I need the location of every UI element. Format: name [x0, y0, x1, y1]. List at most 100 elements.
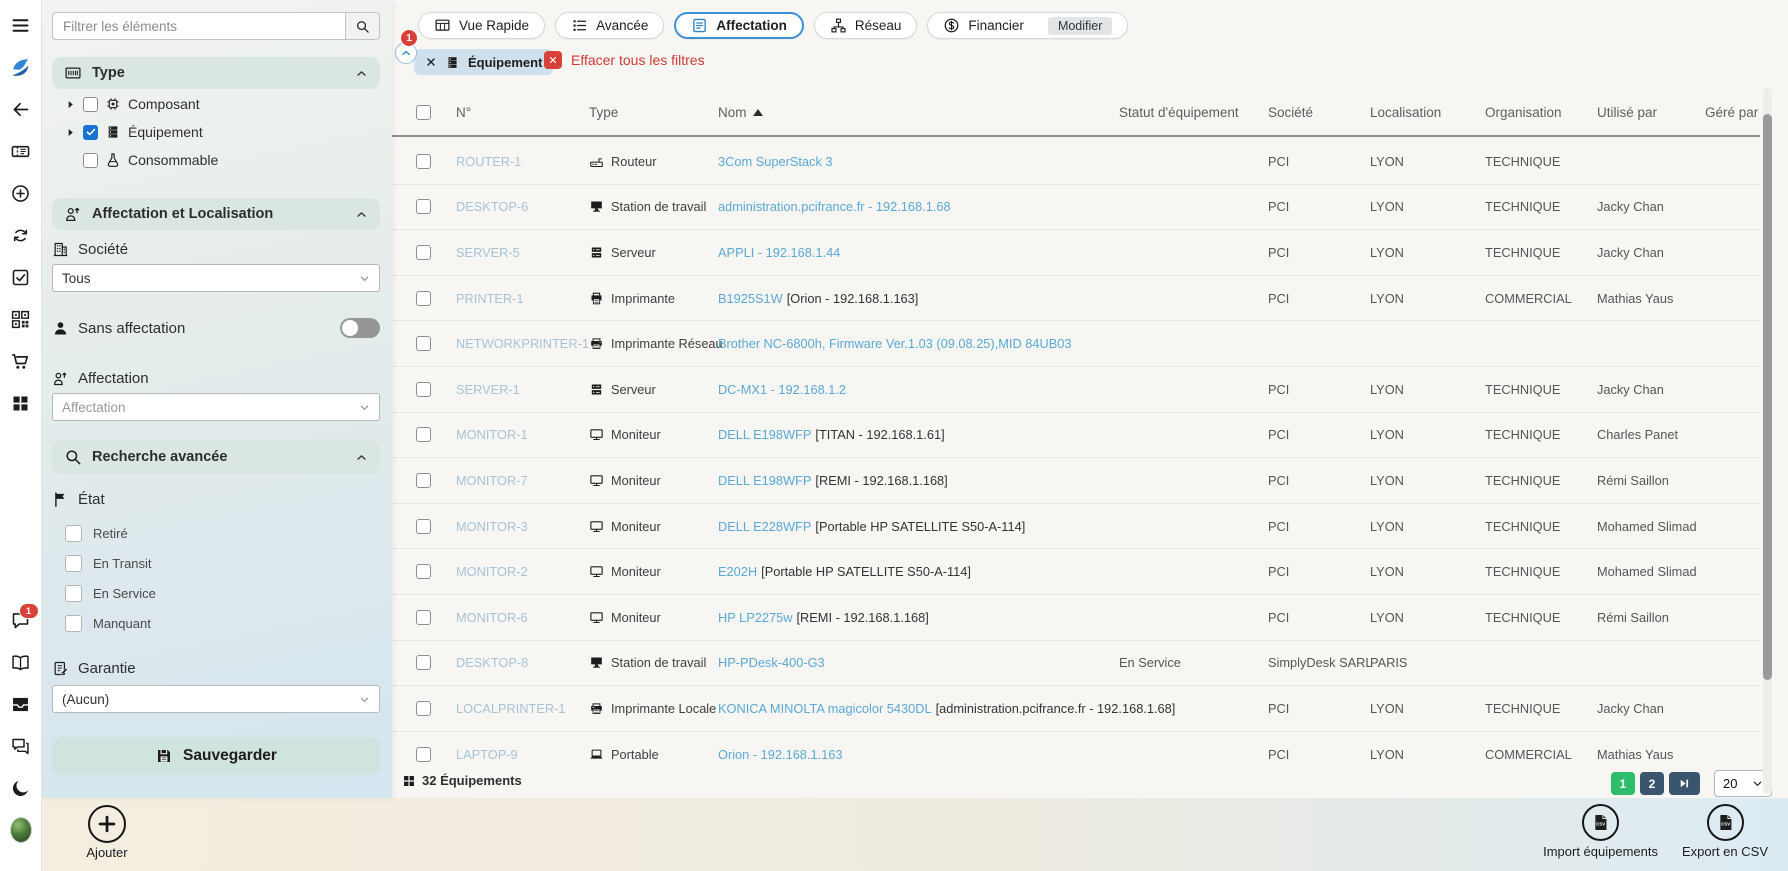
societe-select[interactable]: Tous [52, 264, 380, 292]
etat-checkbox-en-service[interactable] [65, 585, 82, 602]
advanced-search-header[interactable]: Recherche avancée [52, 440, 380, 474]
row-id-link[interactable]: SERVER-5 [456, 245, 589, 260]
table-row-localprinter-1[interactable]: LOCALPRINTER-1Imprimante LocaleKONICA MI… [392, 686, 1760, 732]
row-checkbox[interactable] [416, 245, 431, 260]
column-header-statut-d-equipement[interactable]: Statut d'équipement [1119, 105, 1268, 120]
column-header-gere-par[interactable]: Géré par [1705, 105, 1760, 120]
clear-filters-button[interactable]: Effacer tous les filtres [544, 51, 705, 69]
close-icon[interactable] [425, 56, 437, 68]
row-id-link[interactable]: ROUTER-1 [456, 154, 589, 169]
table-row-laptop-9[interactable]: LAPTOP-9PortableOrion - 192.168.1.163PCI… [392, 732, 1760, 778]
row-id-link[interactable]: MONITOR-1 [456, 427, 589, 442]
add-button[interactable]: Ajouter [62, 805, 152, 860]
table-scrollbar-thumb[interactable] [1763, 114, 1772, 680]
row-checkbox[interactable] [416, 199, 431, 214]
table-row-server-5[interactable]: SERVER-5ServeurAPPLI - 192.168.1.44PCILY… [392, 230, 1760, 276]
row-name-link[interactable]: B1925S1W [718, 291, 783, 306]
tab-vue-rapide[interactable]: Vue Rapide [418, 12, 545, 39]
page-button-1[interactable]: 1 [1611, 772, 1635, 795]
type-section-header[interactable]: Type [52, 57, 380, 89]
tab-affectation[interactable]: Affectation [674, 12, 804, 39]
import-csv-button[interactable]: CSV Import équipements [1543, 804, 1658, 859]
sidebar-filter-search-button[interactable] [345, 12, 380, 40]
type-checkbox-consommable[interactable] [83, 153, 98, 168]
row-checkbox[interactable] [416, 701, 431, 716]
row-checkbox[interactable] [416, 564, 431, 579]
table-row-printer-1[interactable]: PRINTER-1ImprimanteB1925S1W[Orion - 192.… [392, 276, 1760, 322]
type-checkbox-equipement[interactable] [83, 125, 98, 140]
row-checkbox[interactable] [416, 610, 431, 625]
table-scrollbar-track[interactable] [1763, 88, 1772, 794]
rail-menu-button[interactable] [10, 14, 32, 36]
row-checkbox[interactable] [416, 473, 431, 488]
rail-ticket-button[interactable] [10, 140, 32, 162]
table-row-monitor-2[interactable]: MONITOR-2MoniteurE202H[Portable HP SATEL… [392, 549, 1760, 595]
rail-forum-button[interactable] [10, 735, 32, 757]
select-all-checkbox[interactable] [416, 105, 431, 120]
row-name-link[interactable]: Brother NC-6800h, Firmware Ver.1.03 (09.… [718, 336, 1072, 351]
sidebar-filter-input[interactable] [52, 12, 345, 40]
user-avatar[interactable] [10, 819, 32, 841]
rail-tasks-button[interactable] [10, 266, 32, 288]
expand-caret-icon[interactable] [65, 127, 76, 138]
tab-extra-modifier-button[interactable]: Modifier [1048, 17, 1112, 35]
row-checkbox[interactable] [416, 747, 431, 762]
row-name-link[interactable]: KONICA MINOLTA magicolor 5430DL [718, 701, 932, 716]
type-checkbox-composant[interactable] [83, 97, 98, 112]
row-id-link[interactable]: PRINTER-1 [456, 291, 589, 306]
rail-inbox-button[interactable] [10, 693, 32, 715]
sans-affectation-toggle[interactable] [340, 318, 380, 338]
row-id-link[interactable]: DESKTOP-6 [456, 199, 589, 214]
row-name-link[interactable]: Orion - 192.168.1.163 [718, 747, 843, 762]
row-checkbox[interactable] [416, 427, 431, 442]
column-header-nom[interactable]: Nom [718, 105, 1119, 120]
column-header-organisation[interactable]: Organisation [1485, 105, 1597, 120]
row-checkbox[interactable] [416, 382, 431, 397]
filter-chip-equipement[interactable]: Équipement [414, 49, 553, 75]
rail-book-button[interactable] [10, 651, 32, 673]
row-name-link[interactable]: DELL E198WFP [718, 473, 811, 488]
save-button[interactable]: Sauvegarder [52, 737, 380, 775]
row-id-link[interactable]: LOCALPRINTER-1 [456, 701, 589, 716]
column-header-utilise-par[interactable]: Utilisé par [1597, 105, 1705, 120]
row-name-link[interactable]: HP-PDesk-400-G3 [718, 655, 825, 670]
affectation-section-header[interactable]: Affectation et Localisation [52, 198, 380, 230]
rail-cart-button[interactable] [10, 350, 32, 372]
row-id-link[interactable]: LAPTOP-9 [456, 747, 589, 762]
rail-back-button[interactable] [10, 98, 32, 120]
app-logo[interactable] [10, 56, 32, 78]
rail-chat-button[interactable]: 1 [10, 609, 32, 631]
export-csv-button[interactable]: CSV Export en CSV [1682, 804, 1768, 859]
row-name-link[interactable]: E202H [718, 564, 757, 579]
table-row-monitor-1[interactable]: MONITOR-1MoniteurDELL E198WFP[TITAN - 19… [392, 413, 1760, 459]
etat-checkbox-manquant[interactable] [65, 615, 82, 632]
row-checkbox[interactable] [416, 655, 431, 670]
row-checkbox[interactable] [416, 519, 431, 534]
rail-plus-circle-button[interactable] [10, 182, 32, 204]
rail-moon-button[interactable] [10, 777, 32, 799]
column-header-localisation[interactable]: Localisation [1370, 105, 1485, 120]
row-name-link[interactable]: DC-MX1 - 192.168.1.2 [718, 382, 846, 397]
row-id-link[interactable]: MONITOR-7 [456, 473, 589, 488]
page-button-2[interactable]: 2 [1640, 772, 1664, 795]
row-id-link[interactable]: MONITOR-2 [456, 564, 589, 579]
column-header-n[interactable]: N° [456, 105, 589, 120]
row-name-link[interactable]: HP LP2275w [718, 610, 792, 625]
garantie-select[interactable]: (Aucun) [52, 685, 380, 713]
table-row-router-1[interactable]: ROUTER-1Routeur3Com SuperStack 3PCILYONT… [392, 139, 1760, 185]
row-checkbox[interactable] [416, 291, 431, 306]
table-row-monitor-7[interactable]: MONITOR-7MoniteurDELL E198WFP[REMI - 192… [392, 458, 1760, 504]
row-id-link[interactable]: MONITOR-6 [456, 610, 589, 625]
row-name-link[interactable]: APPLI - 192.168.1.44 [718, 245, 840, 260]
tab-reseau[interactable]: Réseau [814, 12, 918, 39]
rail-qrcode-button[interactable] [10, 308, 32, 330]
rail-sync-button[interactable] [10, 224, 32, 246]
table-row-monitor-3[interactable]: MONITOR-3MoniteurDELL E228WFP[Portable H… [392, 504, 1760, 550]
rail-grid-button[interactable] [10, 392, 32, 414]
table-row-desktop-6[interactable]: DESKTOP-6Station de travailadministratio… [392, 185, 1760, 231]
column-header-societe[interactable]: Société [1268, 105, 1370, 120]
row-checkbox[interactable] [416, 154, 431, 169]
row-name-link[interactable]: DELL E228WFP [718, 519, 811, 534]
row-id-link[interactable]: MONITOR-3 [456, 519, 589, 534]
row-name-link[interactable]: administration.pcifrance.fr - 192.168.1.… [718, 199, 951, 214]
